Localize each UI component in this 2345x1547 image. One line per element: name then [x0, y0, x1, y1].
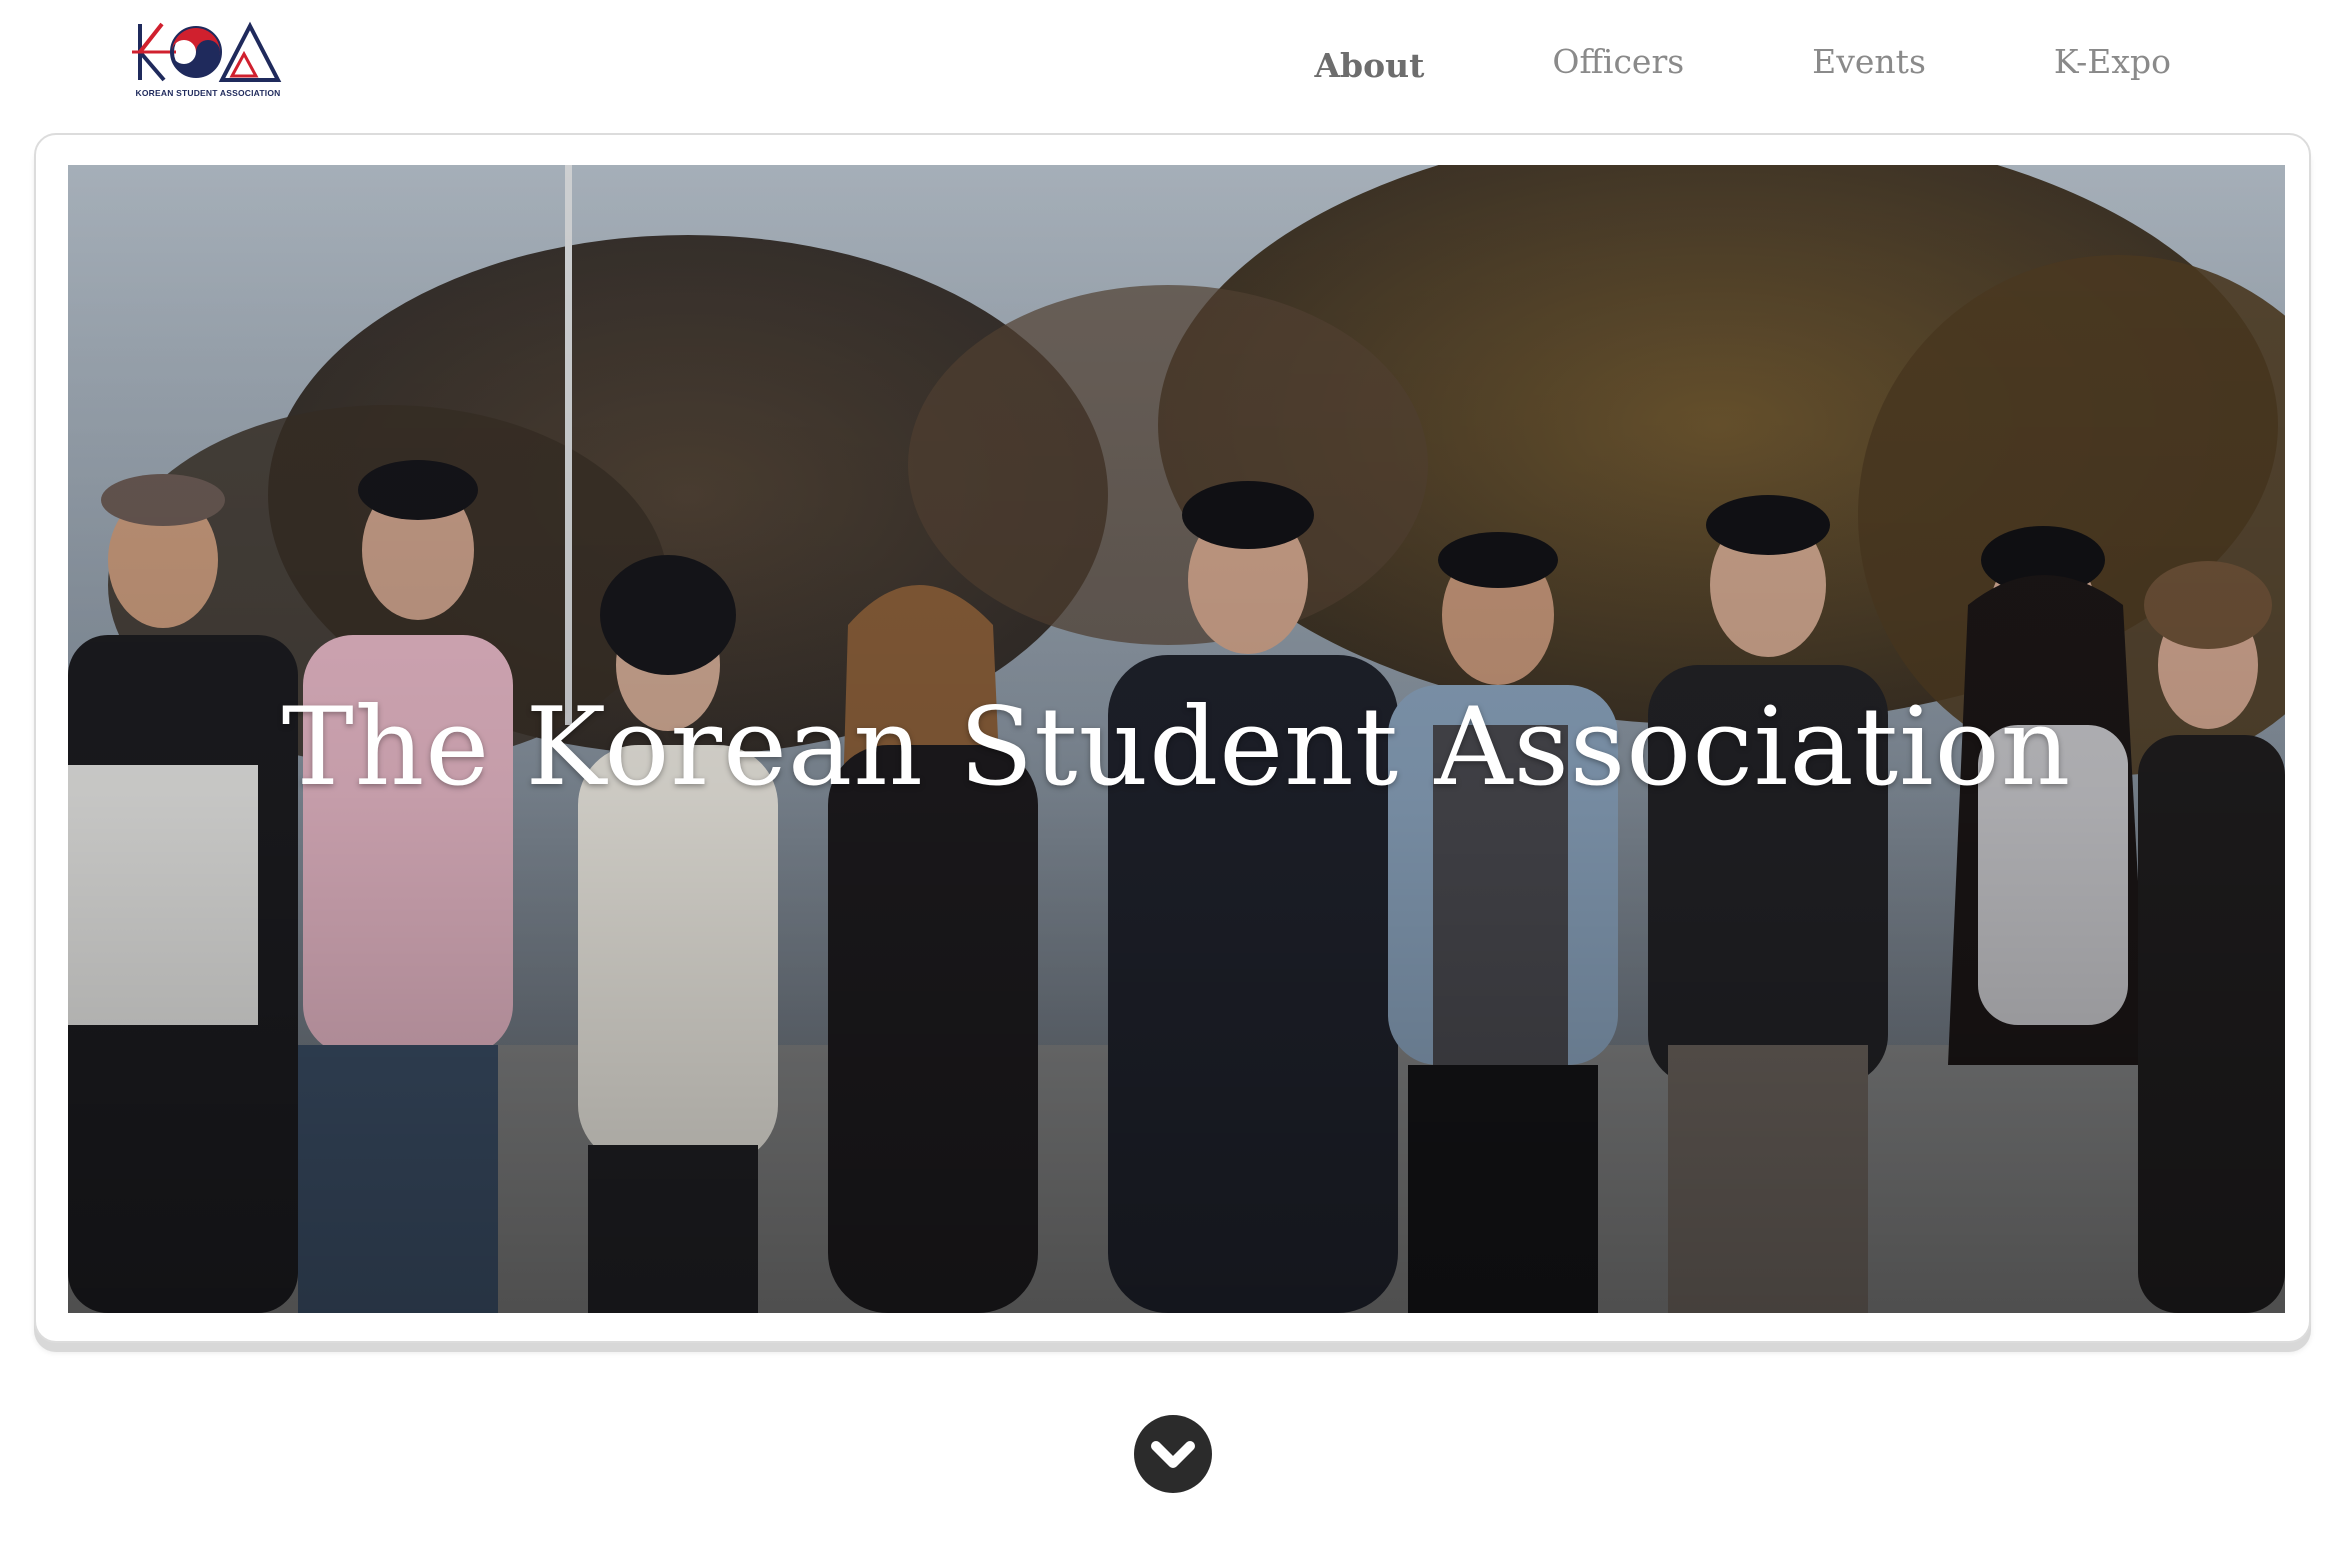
- nav-about[interactable]: About: [1314, 38, 1424, 94]
- nav-events[interactable]: Events: [1812, 34, 1926, 90]
- logo-caption: KOREAN STUDENT ASSOCIATION: [135, 88, 281, 98]
- nav-k-expo[interactable]: K-Expo: [2054, 34, 2171, 90]
- nav-officers[interactable]: Officers: [1552, 34, 1684, 90]
- chevron-down-icon: [1151, 1441, 1195, 1468]
- scroll-down-button[interactable]: [1134, 1415, 1212, 1493]
- ksa-logo-mark-icon: [132, 21, 282, 82]
- site-header: KOREAN STUDENT ASSOCIATION About Officer…: [0, 0, 2345, 130]
- hero-title: The Korean Student Association: [281, 685, 2072, 810]
- ksa-logo[interactable]: KOREAN STUDENT ASSOCIATION: [132, 18, 284, 102]
- main-nav: About Officers Events K-Expo: [1314, 34, 2171, 90]
- hero-card: The Korean Student Association: [34, 133, 2311, 1343]
- hero-image: The Korean Student Association: [68, 165, 2285, 1313]
- page: KOREAN STUDENT ASSOCIATION About Officer…: [0, 0, 2345, 1547]
